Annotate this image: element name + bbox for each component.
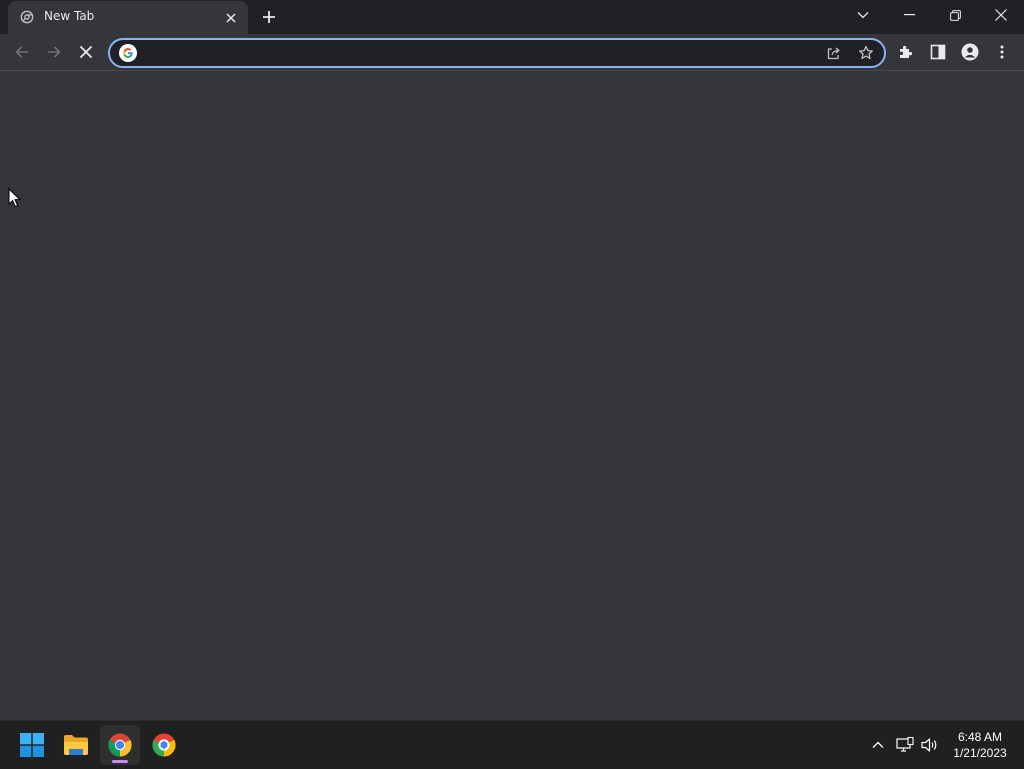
clock-time: 6:48 AM <box>957 730 1003 744</box>
chrome-beta-taskbar-button[interactable] <box>144 725 184 765</box>
side-panel-button[interactable] <box>924 38 952 66</box>
chevron-down-icon <box>857 12 869 19</box>
file-explorer-button[interactable] <box>56 725 96 765</box>
side-panel-icon <box>930 44 946 60</box>
taskbar-clock[interactable]: 6:48 AM 1/21/2023 <box>944 729 1016 761</box>
bookmark-star-button[interactable] <box>856 43 876 63</box>
share-icon <box>827 47 840 60</box>
speaker-icon <box>921 738 937 752</box>
tray-overflow-button[interactable] <box>868 735 888 755</box>
profile-icon <box>961 43 979 61</box>
google-g-icon <box>119 44 137 62</box>
chrome-menu-button[interactable] <box>988 38 1016 66</box>
star-icon <box>859 45 873 60</box>
browser-titlebar: New Tab <box>0 0 1024 34</box>
restore-icon <box>949 9 961 21</box>
tab-close-button[interactable] <box>222 9 240 27</box>
tab-title: New Tab <box>44 9 95 23</box>
profile-button[interactable] <box>956 38 984 66</box>
browser-toolbar <box>0 34 1024 71</box>
folder-icon <box>64 735 88 755</box>
share-button[interactable] <box>824 43 844 63</box>
windows-taskbar: 6:48 AM 1/21/2023 <box>0 720 1024 769</box>
minimize-icon <box>903 14 915 16</box>
volume-button[interactable] <box>920 735 940 755</box>
plus-icon <box>263 11 275 23</box>
windows-start-icon <box>20 733 44 757</box>
chrome-taskbar-button[interactable] <box>100 725 140 765</box>
chrome-icon <box>108 733 132 757</box>
chevron-up-icon <box>872 741 884 748</box>
puzzle-icon <box>900 45 913 58</box>
arrow-right-icon <box>48 46 61 58</box>
chrome-new-tab-icon <box>20 10 34 24</box>
arrow-left-icon <box>15 46 28 58</box>
address-bar[interactable] <box>108 38 886 68</box>
start-button[interactable] <box>12 725 52 765</box>
tab-new-tab[interactable]: New Tab <box>8 1 248 34</box>
forward-button[interactable] <box>40 38 68 66</box>
mouse-cursor-icon <box>8 188 22 208</box>
close-icon <box>995 9 1007 21</box>
close-icon <box>226 13 236 23</box>
clock-date: 1/21/2023 <box>953 746 1007 760</box>
window-close-button[interactable] <box>978 0 1024 30</box>
minimize-button[interactable] <box>886 0 932 30</box>
stop-loading-button[interactable] <box>72 38 100 66</box>
active-app-indicator <box>112 760 128 763</box>
new-tab-button[interactable] <box>258 6 280 28</box>
more-vert-icon <box>1000 45 1004 59</box>
back-button[interactable] <box>8 38 36 66</box>
chrome-alt-icon <box>152 733 176 757</box>
stop-loading-icon <box>79 45 93 59</box>
network-button[interactable] <box>895 735 915 755</box>
address-input[interactable] <box>144 43 808 65</box>
extensions-button[interactable] <box>892 38 920 66</box>
tab-search-button[interactable] <box>840 0 886 30</box>
network-icon <box>896 737 914 752</box>
page-content <box>0 71 1024 720</box>
restore-button[interactable] <box>932 0 978 30</box>
